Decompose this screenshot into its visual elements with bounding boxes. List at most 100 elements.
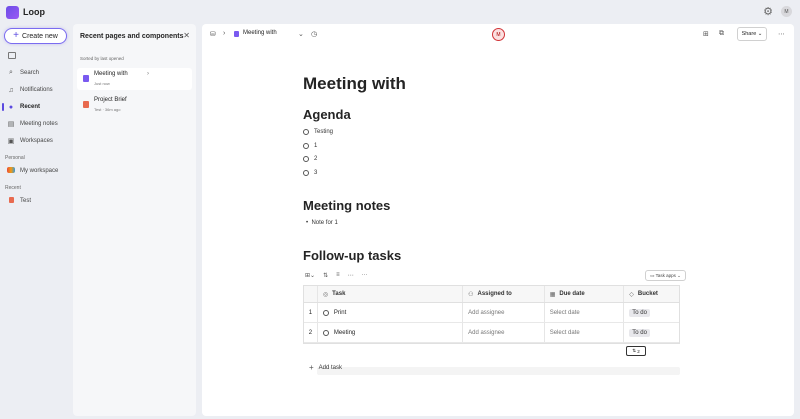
nav-item-workspaces[interactable]: ▣ Workspaces [0, 134, 72, 148]
checkbox-icon[interactable] [303, 129, 309, 135]
checkbox-icon[interactable] [303, 170, 309, 176]
sort-icon[interactable]: ⇅ [323, 272, 328, 279]
assignee-cell[interactable]: Add assignee [463, 323, 545, 342]
table-row[interactable]: 2 Meeting Add assignee Select date To do [304, 323, 679, 343]
due-date-cell[interactable]: Select date [545, 303, 625, 322]
group-icon[interactable]: ⋯ [348, 272, 354, 279]
chevron-right-icon: › [223, 30, 226, 37]
page-icon [234, 31, 239, 37]
close-icon[interactable]: ✕ [183, 31, 190, 40]
chevron-right-icon[interactable]: › [147, 71, 149, 77]
nav-item-recent[interactable]: ● Recent [0, 100, 72, 114]
clock-icon: ● [8, 103, 14, 111]
loop-logo-icon [6, 5, 19, 19]
column-header-assigned[interactable]: ⚇ Assigned to [463, 286, 545, 302]
page-icon [7, 197, 15, 205]
nav-item-label: Search [20, 70, 40, 76]
nav-item-search[interactable]: ⌕ Search [0, 66, 72, 80]
more-options-icon[interactable]: ⋯ [778, 30, 785, 38]
column-header-due[interactable]: ▦ Due date [545, 286, 625, 302]
workspaces-icon: ▣ [7, 138, 15, 145]
add-task-button[interactable]: + Add task [309, 363, 342, 372]
calendar-icon: ▦ [549, 291, 556, 298]
table-toolbar: ⊞⌄ ⇅ ≡ ⋯ ··· [305, 272, 368, 279]
nav-item-notifications[interactable]: ♫ Notifications [0, 83, 72, 97]
recent-panel-title: Recent pages and components [80, 33, 184, 40]
tasks-table: ◎ Task ⚇ Assigned to ▦ Due date ◇ Bucket 1 P… [303, 285, 680, 344]
sort-label: Sorted by last opened [80, 56, 124, 61]
recent-item-meeting-with[interactable]: Meeting with › Just now [77, 68, 192, 90]
recent-item-title: Meeting with [94, 71, 128, 77]
gear-icon[interactable]: ⚙ [763, 5, 773, 18]
due-date-cell[interactable]: Select date [545, 323, 625, 342]
left-nav: + Create new ⌕ Search ♫ Notifications ● … [0, 24, 72, 419]
bucket-cell[interactable]: To do [624, 303, 679, 322]
agenda-item[interactable]: 1 [303, 143, 317, 149]
top-bar: Loop ⚙ M [0, 0, 800, 24]
plus-icon: + [13, 30, 20, 41]
meeting-notes-heading[interactable]: Meeting notes [303, 198, 390, 213]
nav-item-recent-test[interactable]: Test [0, 194, 72, 208]
checkbox-icon[interactable] [303, 156, 309, 162]
more-options-icon[interactable]: ··· [362, 272, 368, 279]
task-cell[interactable]: Meeting [318, 323, 464, 342]
plus-icon: + [309, 363, 314, 372]
task-checkbox[interactable] [322, 329, 329, 336]
user-avatar[interactable]: M [781, 6, 792, 17]
row-count-indicator[interactable]: ⇅ 2 [626, 346, 646, 356]
assignee-cell[interactable]: Add assignee [463, 303, 545, 322]
row-number-header [304, 286, 318, 302]
workspace-icon [7, 167, 15, 175]
copy-icon[interactable]: ⧉ [719, 30, 724, 38]
history-icon[interactable]: ◷ [311, 30, 317, 38]
person-icon: ⚇ [468, 291, 474, 298]
recent-heading: Recent [5, 185, 21, 191]
table-header-row: ◎ Task ⚇ Assigned to ▦ Due date ◇ Bucket [304, 286, 679, 303]
share-button[interactable]: Share ⌄ [737, 27, 767, 41]
table-view-icon[interactable]: ⊞⌄ [305, 272, 315, 279]
collaborator-avatar[interactable]: M [492, 28, 505, 41]
task-cell[interactable]: Print [318, 303, 464, 322]
task-apps-button[interactable]: ▭ Task apps ⌄ [645, 270, 686, 281]
create-new-button[interactable]: + Create new [4, 28, 67, 44]
app-name: Loop [23, 7, 45, 17]
nav-item-my-workspace[interactable]: My workspace [0, 164, 72, 178]
bucket-cell[interactable]: To do [624, 323, 679, 342]
filter-icon[interactable]: ≡ [336, 272, 340, 279]
breadcrumb-page-name[interactable]: Meeting with [243, 30, 277, 36]
agenda-item[interactable]: Testing [303, 129, 333, 135]
task-checkbox[interactable] [322, 309, 329, 316]
collapse-sidebar-icon[interactable] [8, 52, 16, 59]
agenda-item[interactable]: 3 [303, 170, 317, 176]
document-header: ⛁ › Meeting with ⌄ ◷ M ⊞ ⧉ Share ⌄ ⋯ [202, 24, 794, 46]
workspace-switch-icon[interactable]: ⛁ [210, 30, 216, 38]
recent-item-title: Project Brief [94, 97, 127, 103]
column-header-bucket[interactable]: ◇ Bucket [624, 286, 679, 302]
nav-item-meeting-notes[interactable]: ▤ Meeting notes [0, 117, 72, 131]
row-number: 2 [304, 323, 318, 342]
notes-icon: ▤ [7, 121, 15, 128]
bell-icon: ♫ [8, 86, 14, 94]
document-canvas: ⛁ › Meeting with ⌄ ◷ M ⊞ ⧉ Share ⌄ ⋯ Mee… [202, 24, 794, 416]
tag-icon: ◇ [629, 291, 634, 298]
chevron-down-icon[interactable]: ⌄ [298, 30, 304, 38]
nav-item-label: Notifications [20, 87, 53, 93]
agenda-heading[interactable]: Agenda [303, 107, 351, 122]
recent-item-project-brief[interactable]: Project Brief Test · 36m ago [77, 94, 192, 116]
recent-item-sub: Test · 36m ago [94, 107, 121, 112]
recent-panel: Recent pages and components ✕ Sorted by … [73, 24, 196, 416]
page-icon [83, 101, 89, 108]
search-icon: ⌕ [9, 69, 13, 76]
agenda-item[interactable]: 2 [303, 156, 317, 162]
notes-bullet[interactable]: • Note for 1 [306, 220, 338, 226]
page-title[interactable]: Meeting with [303, 74, 406, 94]
recent-item-sub: Just now [94, 81, 110, 86]
apps-icon[interactable]: ⊞ [703, 30, 709, 38]
nav-item-label: Workspaces [20, 138, 53, 144]
checkbox-icon[interactable] [303, 143, 309, 149]
column-header-task[interactable]: ◎ Task [318, 286, 464, 302]
nav-item-label: Meeting notes [20, 121, 58, 127]
table-scrollbar[interactable] [317, 367, 680, 375]
follow-up-tasks-heading[interactable]: Follow-up tasks [303, 248, 401, 263]
table-row[interactable]: 1 Print Add assignee Select date To do [304, 303, 679, 323]
